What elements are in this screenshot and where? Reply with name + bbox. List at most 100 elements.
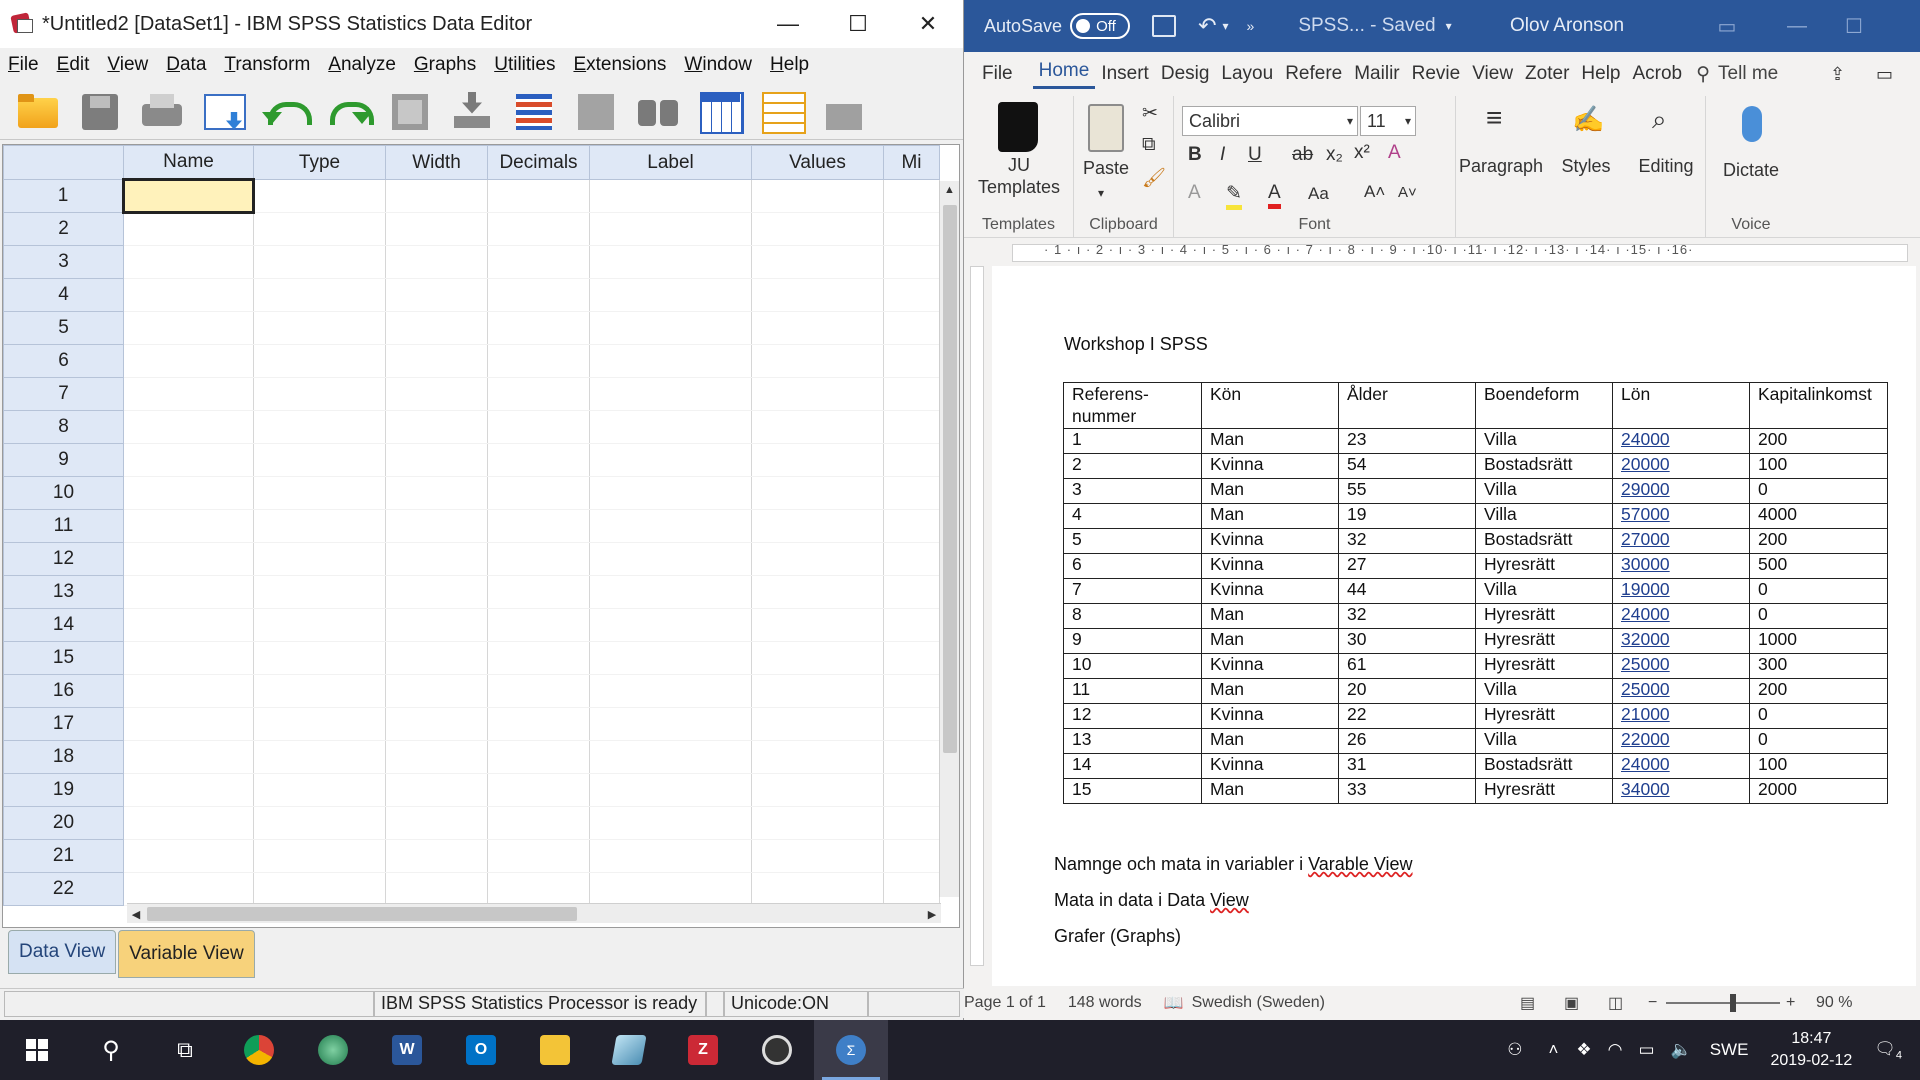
grow-font-icon[interactable]: A˄ (1364, 182, 1385, 202)
grid-cell[interactable] (487, 740, 590, 774)
grid-cell[interactable] (253, 245, 386, 279)
word-count[interactable]: 148 words (1068, 994, 1142, 1012)
menu-file[interactable]: File (4, 54, 53, 76)
italic-icon[interactable]: I (1220, 144, 1225, 166)
font-name-box[interactable]: Calibri ▾ (1182, 106, 1358, 136)
undo-icon[interactable]: ↶ (1198, 13, 1216, 39)
grid-cell[interactable] (883, 245, 940, 279)
column-header-width[interactable]: Width (385, 145, 488, 180)
maximize-button[interactable]: ☐ (823, 0, 893, 48)
tab-design[interactable]: Desig (1155, 63, 1216, 85)
grid-cell[interactable] (123, 212, 254, 246)
editing-button[interactable]: Editing (1626, 156, 1706, 177)
grid-cell[interactable] (385, 641, 488, 675)
zoom-level[interactable]: 90 % (1816, 994, 1852, 1012)
grid-cell[interactable] (385, 278, 488, 312)
grid-cell[interactable] (589, 212, 752, 246)
grid-cell[interactable] (253, 344, 386, 378)
file-explorer-icon[interactable] (518, 1020, 592, 1080)
grid-cell[interactable] (123, 608, 254, 642)
grid-cell[interactable] (253, 278, 386, 312)
row-header[interactable]: 13 (3, 575, 124, 609)
grid-cell[interactable] (385, 872, 488, 906)
dictate-button[interactable]: Dictate (1706, 160, 1796, 181)
corner-cell[interactable] (3, 145, 124, 180)
grid-cell[interactable] (123, 344, 254, 378)
grid-cell[interactable] (487, 443, 590, 477)
column-header-decimals[interactable]: Decimals (487, 145, 590, 180)
grid-cell[interactable] (385, 245, 488, 279)
grid-cell[interactable] (123, 476, 254, 510)
grid-cell[interactable] (751, 179, 884, 213)
grid-cell[interactable] (487, 410, 590, 444)
task-view-icon[interactable]: ⧉ (148, 1020, 222, 1080)
column-header-values[interactable]: Values (751, 145, 884, 180)
paste-dropdown-icon[interactable]: ▾ (1098, 186, 1104, 200)
grid-row[interactable]: 22 (3, 872, 940, 906)
styles-icon[interactable]: ✍ (1572, 104, 1604, 135)
goto-variable-icon[interactable] (448, 88, 496, 134)
grid-row[interactable]: 19 (3, 773, 940, 807)
grid-cell[interactable] (883, 707, 940, 741)
grid-cell[interactable] (589, 311, 752, 345)
row-header[interactable]: 12 (3, 542, 124, 576)
grid-cell[interactable] (385, 212, 488, 246)
grid-cell[interactable] (487, 377, 590, 411)
grid-cell[interactable] (883, 641, 940, 675)
grid-cell[interactable] (883, 377, 940, 411)
grid-cell[interactable] (385, 575, 488, 609)
tab-data-view[interactable]: Data View (8, 930, 117, 974)
shrink-font-icon[interactable]: A˅ (1398, 184, 1417, 201)
grid-cell[interactable] (751, 575, 884, 609)
menu-edit[interactable]: Edit (53, 54, 104, 76)
grid-cell[interactable] (883, 608, 940, 642)
microphone-icon[interactable] (1742, 106, 1762, 142)
copy-icon[interactable]: ⧉ (1142, 134, 1156, 156)
text-effects-icon[interactable]: A (1188, 182, 1201, 204)
grid-cell[interactable] (123, 872, 254, 906)
grid-row[interactable]: 3 (3, 245, 940, 279)
grid-cell[interactable] (123, 641, 254, 675)
grid-cell[interactable] (751, 641, 884, 675)
strikethrough-icon[interactable]: ab (1292, 144, 1313, 166)
grid-cell[interactable] (123, 707, 254, 741)
tab-mailings[interactable]: Mailir (1348, 63, 1405, 85)
grid-cell[interactable] (751, 509, 884, 543)
grid-cell[interactable] (751, 410, 884, 444)
tab-layout[interactable]: Layou (1215, 63, 1279, 85)
grid-cell[interactable] (487, 179, 590, 213)
grid-cell[interactable] (253, 542, 386, 576)
search-icon[interactable]: ⚲ (74, 1020, 148, 1080)
paste-button[interactable]: Paste (1074, 158, 1138, 179)
find-icon[interactable] (634, 88, 682, 134)
variables-icon[interactable] (510, 88, 558, 134)
grid-cell[interactable] (751, 707, 884, 741)
grid-row[interactable]: 5 (3, 311, 940, 345)
grid-cell[interactable] (385, 674, 488, 708)
grid-cell[interactable] (589, 674, 752, 708)
grid-cell[interactable] (253, 377, 386, 411)
grid-cell[interactable] (123, 377, 254, 411)
grid-cell[interactable] (253, 608, 386, 642)
grid-cell[interactable] (385, 773, 488, 807)
grid-cell[interactable] (123, 674, 254, 708)
grid-cell[interactable] (253, 575, 386, 609)
grid-cell[interactable] (589, 872, 752, 906)
grid-cell[interactable] (487, 212, 590, 246)
grid-cell[interactable] (385, 410, 488, 444)
zoom-slider-handle[interactable] (1730, 994, 1736, 1012)
grid-cell[interactable] (253, 410, 386, 444)
change-case-icon[interactable]: Aa (1308, 184, 1329, 204)
grid-cell[interactable] (589, 179, 752, 213)
tab-variable-view[interactable]: Variable View (118, 930, 255, 978)
grid-row[interactable]: 18 (3, 740, 940, 774)
tell-me-box[interactable]: ⚲ Tell me (1696, 63, 1778, 86)
comments-icon[interactable]: ▭ (1870, 64, 1899, 85)
grid-cell[interactable] (385, 509, 488, 543)
menu-window[interactable]: Window (680, 54, 766, 76)
underline-icon[interactable]: U (1248, 144, 1262, 166)
grid-cell[interactable] (883, 509, 940, 543)
grid-cell[interactable] (751, 212, 884, 246)
grid-cell[interactable] (385, 443, 488, 477)
font-color-icon[interactable]: A (1268, 182, 1281, 209)
